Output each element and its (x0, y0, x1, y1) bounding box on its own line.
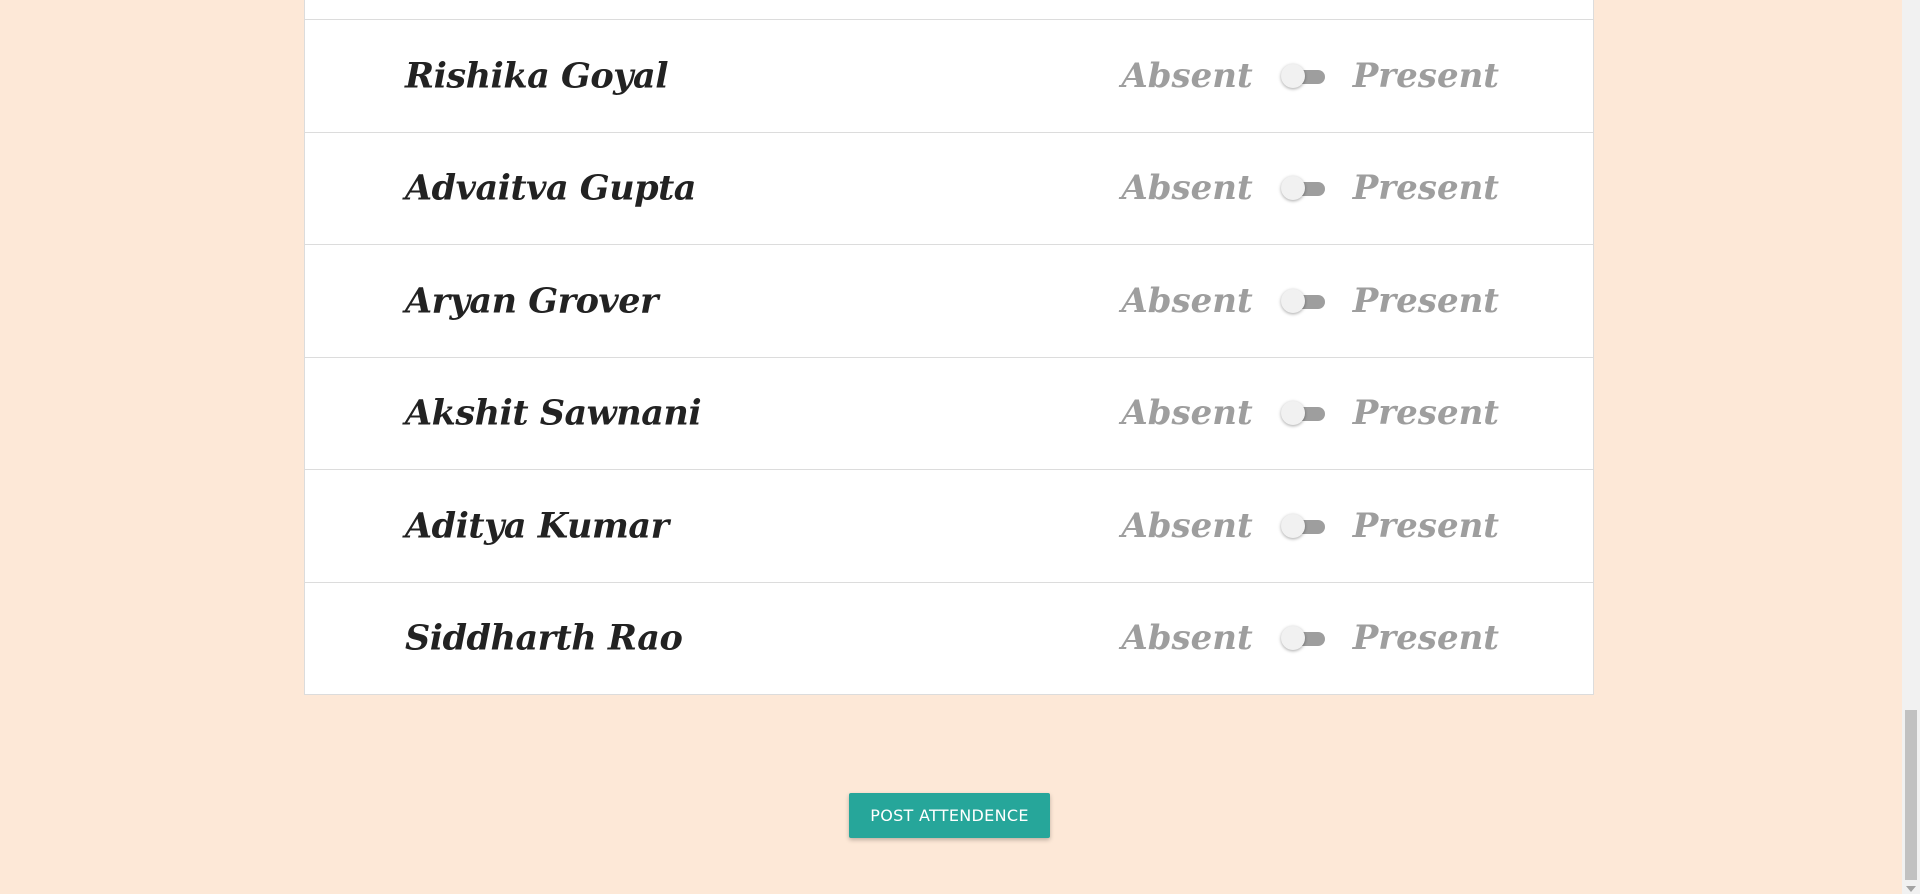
toggle-thumb (1280, 513, 1305, 538)
attendance-switch: Absent Present (1121, 618, 1499, 658)
attendance-toggle[interactable] (1280, 175, 1325, 201)
student-row: Rishika Goyal Absent Present (305, 19, 1593, 132)
chevron-down-icon[interactable] (1906, 886, 1916, 892)
absent-label: Absent (1121, 280, 1253, 321)
present-label: Present (1352, 505, 1499, 546)
student-row: Siddharth Rao Absent Present (305, 581, 1593, 695)
absent-label: Absent (1121, 168, 1253, 209)
absent-label: Absent (1121, 393, 1253, 434)
attendance-toggle[interactable] (1280, 63, 1325, 89)
student-row: Aryan Grover Absent Present (305, 244, 1593, 357)
attendance-toggle[interactable] (1280, 400, 1325, 426)
absent-label: Absent (1121, 618, 1253, 659)
student-name: Akshit Sawnani (405, 392, 702, 434)
present-label: Present (1352, 280, 1499, 321)
attendance-list: Rishika Goyal Absent Present Advaitva Gu… (304, 0, 1594, 695)
attendance-toggle[interactable] (1280, 513, 1325, 539)
attendance-switch: Absent Present (1121, 393, 1499, 433)
post-attendance-button[interactable]: POST ATTENDENCE (849, 793, 1050, 838)
toggle-thumb (1280, 288, 1305, 313)
attendance-page: Rishika Goyal Absent Present Advaitva Gu… (0, 0, 1920, 894)
present-label: Present (1352, 393, 1499, 434)
student-name: Aditya Kumar (405, 505, 669, 547)
student-row: Advaitva Gupta Absent Present (305, 131, 1593, 245)
attendance-switch: Absent Present (1121, 506, 1499, 546)
absent-label: Absent (1121, 505, 1253, 546)
scrollbar-thumb[interactable] (1905, 710, 1917, 880)
student-name: Siddharth Rao (405, 617, 683, 659)
present-label: Present (1352, 55, 1499, 96)
toggle-thumb (1280, 626, 1305, 651)
attendance-toggle[interactable] (1280, 288, 1325, 314)
toggle-thumb (1280, 63, 1305, 88)
list-top-edge (305, 0, 1593, 19)
student-row: Aditya Kumar Absent Present (305, 469, 1593, 582)
student-name: Advaitva Gupta (405, 167, 696, 209)
toggle-thumb (1280, 176, 1305, 201)
attendance-switch: Absent Present (1121, 56, 1499, 96)
student-name: Rishika Goyal (405, 55, 669, 97)
student-name: Aryan Grover (405, 280, 658, 322)
present-label: Present (1352, 168, 1499, 209)
attendance-switch: Absent Present (1121, 168, 1499, 208)
present-label: Present (1352, 618, 1499, 659)
page-scrollbar[interactable] (1902, 0, 1920, 894)
absent-label: Absent (1121, 55, 1253, 96)
toggle-thumb (1280, 401, 1305, 426)
attendance-toggle[interactable] (1280, 625, 1325, 651)
student-row: Akshit Sawnani Absent Present (305, 356, 1593, 470)
attendance-switch: Absent Present (1121, 281, 1499, 321)
